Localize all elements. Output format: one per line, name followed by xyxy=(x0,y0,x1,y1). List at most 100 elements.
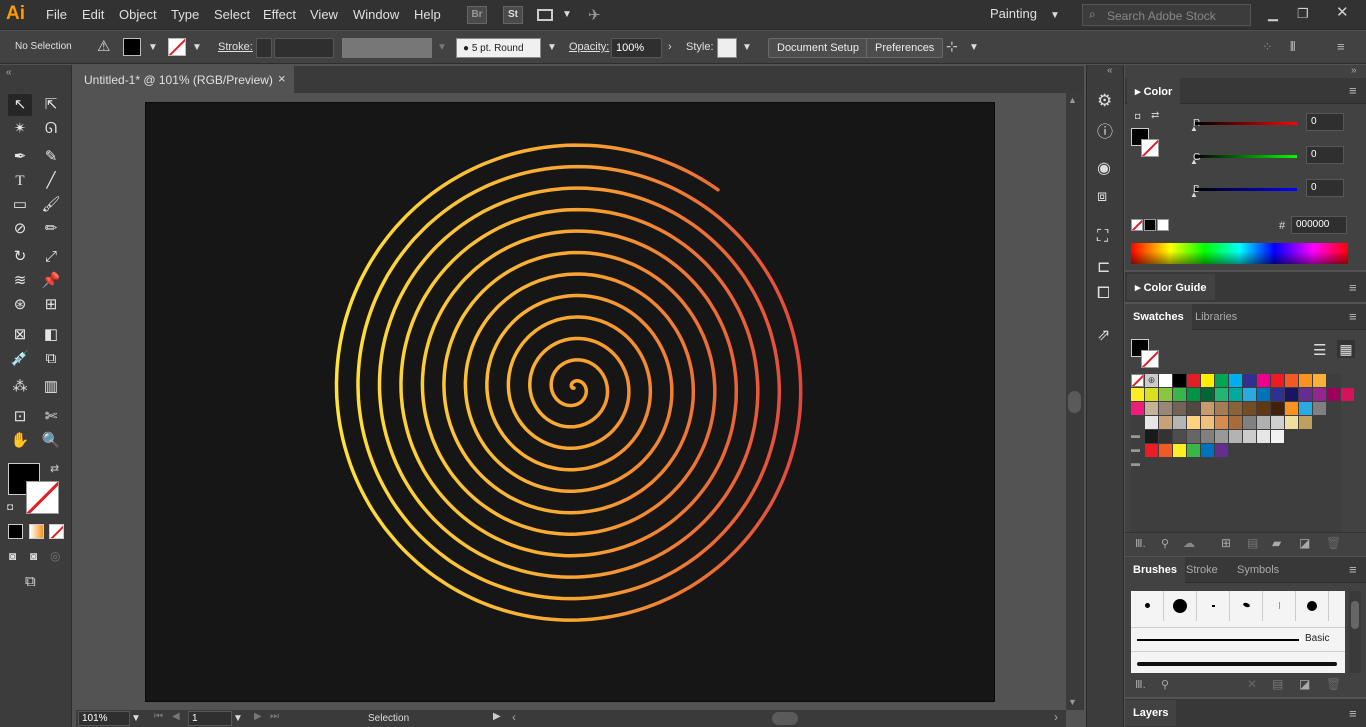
selection-tool-icon[interactable]: ↖ xyxy=(8,94,32,116)
vertical-scroll-thumb[interactable] xyxy=(1068,391,1081,413)
swatch[interactable] xyxy=(1243,430,1256,443)
last-artboard-icon[interactable]: ⏭ xyxy=(270,711,279,722)
swatch[interactable] xyxy=(1257,430,1270,443)
swatch[interactable] xyxy=(1229,374,1242,387)
brush-definition[interactable]: ● 5 pt. Round xyxy=(456,38,541,58)
swatch[interactable] xyxy=(1243,416,1256,429)
bridge-button[interactable]: Br xyxy=(467,6,487,24)
swatch[interactable] xyxy=(1187,430,1200,443)
properties-gear-icon[interactable]: ⚙ xyxy=(1097,91,1112,111)
new-brush-icon[interactable]: ◪ xyxy=(1299,677,1310,691)
transform-panel-icon[interactable]: ⛶ xyxy=(1097,228,1108,246)
swatch[interactable] xyxy=(1271,388,1284,401)
new-group-icon[interactable]: ▰ xyxy=(1272,536,1281,550)
swatch[interactable] xyxy=(1159,374,1172,387)
white-color-swatch[interactable] xyxy=(1157,219,1169,231)
scroll-right-icon[interactable]: › xyxy=(1054,710,1058,724)
swatch[interactable] xyxy=(1243,388,1256,401)
swatch[interactable] xyxy=(1215,374,1228,387)
menu-edit[interactable]: Edit xyxy=(82,7,104,22)
blend-tool-icon[interactable]: ⧉ xyxy=(39,348,63,370)
none-color-swatch[interactable] xyxy=(1131,219,1143,231)
draw-behind-icon[interactable]: ◙ xyxy=(30,549,37,563)
symbol-sprayer-tool-icon[interactable]: ⁂ xyxy=(8,376,32,398)
swatch[interactable] xyxy=(1173,402,1186,415)
swatch[interactable] xyxy=(1271,416,1284,429)
swatch[interactable] xyxy=(1229,416,1242,429)
control-menu-icon[interactable]: ≡ xyxy=(1337,39,1345,54)
gpu-performance-icon[interactable]: ✈ xyxy=(588,6,601,24)
warp-tool-icon[interactable]: ≋ xyxy=(8,270,32,292)
stroke-label[interactable]: Stroke: xyxy=(218,41,253,53)
first-artboard-icon[interactable]: ⏮ xyxy=(154,711,163,722)
swatch[interactable] xyxy=(1229,430,1242,443)
expand-dock-icon[interactable]: « xyxy=(1107,65,1113,76)
artboard[interactable] xyxy=(145,102,995,702)
preferences-button[interactable]: Preferences xyxy=(866,38,944,58)
brush-hairline[interactable] xyxy=(1263,591,1296,621)
color-default-icon[interactable]: ◘ xyxy=(1135,111,1140,121)
g-slider-handle[interactable]: ▲ xyxy=(1190,157,1198,166)
swatch-none[interactable] xyxy=(1131,374,1144,387)
workspace-switcher[interactable]: Painting xyxy=(990,6,1037,21)
swatch[interactable] xyxy=(1215,430,1228,443)
swatch[interactable] xyxy=(1313,374,1326,387)
transform-icon[interactable]: ⊹ xyxy=(946,38,958,55)
fill-swatch[interactable] xyxy=(123,38,141,56)
export-icon[interactable]: ⇗ xyxy=(1097,325,1110,345)
screen-mode-icon[interactable]: ⧉ xyxy=(25,573,36,590)
scroll-left-icon[interactable]: ‹ xyxy=(512,710,516,724)
color-spectrum[interactable] xyxy=(1131,243,1348,264)
align-panel-icon[interactable]: ⊏ xyxy=(1097,257,1110,277)
b-field[interactable]: 0 xyxy=(1306,179,1344,197)
r-slider[interactable] xyxy=(1195,122,1297,125)
list-view-icon[interactable]: ☰ xyxy=(1313,341,1326,359)
chevron-down-icon[interactable]: ▼ xyxy=(562,9,572,20)
swatch-options-icon[interactable]: ▤ xyxy=(1247,536,1258,550)
arrange-documents-icon[interactable] xyxy=(537,9,553,21)
swatch[interactable] xyxy=(1299,388,1312,401)
new-swatch-icon[interactable]: ◪ xyxy=(1299,536,1310,550)
swatch[interactable] xyxy=(1173,374,1186,387)
swatch[interactable] xyxy=(1257,402,1270,415)
swatch[interactable] xyxy=(1131,402,1144,415)
style-chevron-icon[interactable]: ▼ xyxy=(742,42,752,53)
status-menu-icon[interactable]: ▶ xyxy=(493,711,501,722)
layers-menu-icon[interactable]: ≡ xyxy=(1349,706,1357,721)
swatch[interactable] xyxy=(1201,374,1214,387)
swatch[interactable] xyxy=(1313,402,1326,415)
swatch[interactable] xyxy=(1257,388,1270,401)
swatch[interactable] xyxy=(1201,430,1214,443)
brush-charcoal-row[interactable] xyxy=(1131,651,1345,673)
zoom-tool-icon[interactable]: 🔍 xyxy=(39,430,63,452)
opacity-label[interactable]: Opacity: xyxy=(569,41,609,53)
direct-selection-tool-icon[interactable]: ⇱ xyxy=(39,94,63,116)
distribute-icon[interactable]: ⫴ xyxy=(1290,39,1295,55)
zoom-chevron-icon[interactable]: ▼ xyxy=(131,713,141,724)
cloud-icon[interactable]: ☁ xyxy=(1183,536,1195,550)
minimize-icon[interactable]: ▁ xyxy=(1268,6,1278,22)
show-kinds-icon[interactable]: ⊞ xyxy=(1221,536,1231,550)
graph-tool-icon[interactable]: ▥ xyxy=(39,376,63,398)
brush-libraries-icon[interactable]: Ⅲ. xyxy=(1135,678,1146,691)
tab-swatches[interactable]: Swatches xyxy=(1125,304,1192,330)
search-placeholder[interactable]: Search Adobe Stock xyxy=(1107,9,1216,23)
eyedropper-tool-icon[interactable]: 💉 xyxy=(8,348,32,370)
draw-normal-icon[interactable]: ◙ xyxy=(9,549,16,563)
swatch[interactable] xyxy=(1215,388,1228,401)
menu-window[interactable]: Window xyxy=(353,7,399,22)
b-slider[interactable] xyxy=(1195,188,1297,191)
tab-libraries[interactable]: Libraries xyxy=(1187,304,1245,330)
opacity-field[interactable]: 100% xyxy=(611,38,662,58)
swatch-stroke-box[interactable] xyxy=(1141,350,1159,368)
brush-round-large[interactable] xyxy=(1164,591,1197,621)
b-slider-handle[interactable]: ▲ xyxy=(1190,190,1198,199)
swatch[interactable] xyxy=(1271,374,1284,387)
close-window-icon[interactable]: ✕ xyxy=(1336,3,1349,21)
stroke-stepper[interactable] xyxy=(256,38,272,58)
line-tool-icon[interactable]: ╱ xyxy=(39,170,63,192)
shaper-tool-icon[interactable]: ⊘ xyxy=(8,218,32,240)
artboard-tool-icon[interactable]: ⊡ xyxy=(8,406,32,428)
swatch[interactable] xyxy=(1159,402,1172,415)
restore-icon[interactable]: ❐ xyxy=(1297,6,1309,22)
